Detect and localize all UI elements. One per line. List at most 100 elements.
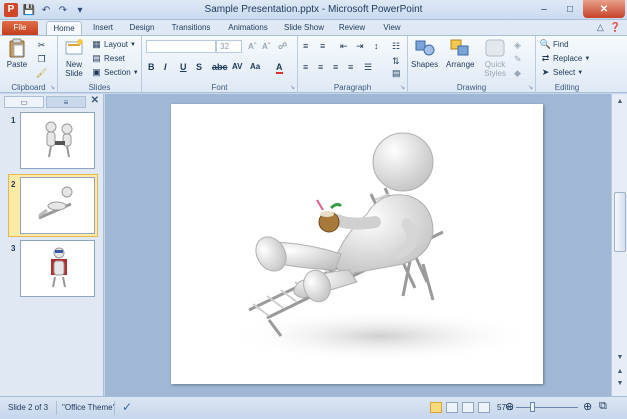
slide-2-preview xyxy=(38,186,73,220)
font-launcher-icon[interactable]: ↘ xyxy=(290,84,295,91)
vertical-scrollbar[interactable]: ▲ ▼ ▲ ▼ xyxy=(611,94,627,396)
fit-to-window-icon[interactable]: ⧉ xyxy=(599,400,607,413)
help-icon[interactable]: ❓ xyxy=(610,22,621,33)
close-button[interactable]: ✕ xyxy=(583,0,625,18)
tab-transitions[interactable]: Transitions xyxy=(168,21,214,35)
next-slide-icon[interactable]: ▼ xyxy=(614,378,626,390)
shape-outline-icon[interactable]: ✎ xyxy=(514,54,522,65)
text-direction-icon[interactable]: ⇅ xyxy=(392,56,400,67)
italic-icon[interactable]: I xyxy=(164,62,167,72)
arrange-button[interactable]: Arrange xyxy=(446,38,474,69)
quick-styles-icon xyxy=(484,38,506,58)
find-button[interactable]: 🔍 Find xyxy=(540,38,569,51)
format-painter-button[interactable]: 🖌 xyxy=(36,67,47,80)
scroll-thumb[interactable] xyxy=(614,192,626,252)
clear-formatting-icon[interactable]: ☍ xyxy=(278,41,287,52)
slide-thumbnail-1[interactable] xyxy=(20,112,95,169)
increase-indent-icon[interactable]: ⇥ xyxy=(356,41,364,52)
quick-styles-button[interactable]: Quick Styles xyxy=(484,38,506,78)
normal-view-icon[interactable] xyxy=(430,402,442,413)
tab-outline[interactable]: ≡ xyxy=(46,96,86,108)
shape-fill-icon[interactable]: ◈ xyxy=(514,40,521,51)
align-right-icon[interactable]: ≡ xyxy=(333,62,338,72)
reset-icon: ▤ xyxy=(92,53,101,63)
quick-styles-label-2: Styles xyxy=(484,69,506,78)
line-spacing-icon[interactable]: ↕ xyxy=(374,41,379,51)
reading-view-icon[interactable] xyxy=(462,402,474,413)
columns-text-icon[interactable]: ☰ xyxy=(364,62,372,73)
tab-review[interactable]: Review xyxy=(336,21,368,35)
copy-button[interactable]: ❐ xyxy=(36,53,47,66)
decrease-indent-icon[interactable]: ⇤ xyxy=(340,41,348,52)
paste-button[interactable]: Paste xyxy=(6,38,28,69)
align-center-icon[interactable]: ≡ xyxy=(318,62,323,72)
justify-icon[interactable]: ≡ xyxy=(348,62,353,72)
spell-check-icon[interactable]: ✓ xyxy=(122,400,132,414)
minimize-button[interactable]: – xyxy=(531,0,557,18)
character-spacing-icon[interactable]: AV xyxy=(232,62,243,71)
shapes-button[interactable]: Shapes xyxy=(411,38,438,69)
font-color-icon[interactable]: A xyxy=(276,62,283,74)
scroll-up-icon[interactable]: ▲ xyxy=(614,96,626,108)
zoom-slider-knob[interactable] xyxy=(530,402,535,412)
layout-button[interactable]: ▦ Layout ▼ xyxy=(91,38,136,51)
tab-slide-show[interactable]: Slide Show xyxy=(282,21,326,35)
status-divider xyxy=(114,401,115,415)
quick-styles-label-1: Quick xyxy=(484,60,506,69)
reset-label: Reset xyxy=(104,54,125,63)
tab-animations[interactable]: Animations xyxy=(224,21,272,35)
paragraph-group: ≡ ≡ ⇤ ⇥ ↕ ☷ ≡ ≡ ≡ ≡ ☰ ⇅ ▤ Paragraph ↘ xyxy=(298,36,408,93)
slide-show-view-icon[interactable] xyxy=(478,402,490,413)
tab-home[interactable]: Home xyxy=(46,21,82,35)
slide-thumbnail-2[interactable] xyxy=(20,177,95,234)
drawing-group-label: Drawing xyxy=(456,83,487,92)
window-controls: – □ ✕ xyxy=(531,0,625,18)
align-left-icon[interactable]: ≡ xyxy=(303,62,308,72)
section-button[interactable]: ▣ Section ▼ xyxy=(91,66,138,79)
tab-insert[interactable]: Insert xyxy=(88,21,118,35)
maximize-button[interactable]: □ xyxy=(557,0,583,18)
slide-sorter-view-icon[interactable] xyxy=(446,402,458,413)
minimize-ribbon-icon[interactable]: △ xyxy=(597,22,604,33)
tab-file[interactable]: File xyxy=(2,21,38,35)
arrange-icon xyxy=(449,38,471,58)
tab-design[interactable]: Design xyxy=(126,21,158,35)
underline-icon[interactable]: U xyxy=(180,62,187,72)
slide-thumbnail-3[interactable] xyxy=(20,240,95,297)
shrink-font-icon[interactable]: Aˇ xyxy=(262,42,270,51)
current-slide[interactable] xyxy=(171,104,543,384)
chevron-down-icon: ▼ xyxy=(584,55,591,62)
zoom-out-icon[interactable]: ⊖ xyxy=(505,400,514,413)
new-slide-button[interactable]: New Slide xyxy=(63,38,85,78)
strikethrough-icon[interactable]: abc xyxy=(212,62,228,72)
close-pane-icon[interactable]: ✕ xyxy=(91,95,99,106)
bold-icon[interactable]: B xyxy=(148,62,155,72)
grow-font-icon[interactable]: Aˆ xyxy=(248,42,256,51)
align-text-icon[interactable]: ▤ xyxy=(392,68,401,79)
numbering-icon[interactable]: ≡ xyxy=(320,41,325,51)
shape-effects-icon[interactable]: ◆ xyxy=(514,68,521,79)
replace-button[interactable]: ⇄ Replace ▼ xyxy=(540,52,591,65)
reset-button[interactable]: ▤ Reset xyxy=(91,52,125,65)
tab-view[interactable]: View xyxy=(378,21,406,35)
zoom-slider-track[interactable] xyxy=(516,407,578,408)
columns-icon[interactable]: ☷ xyxy=(392,41,400,52)
theme-name[interactable]: "Office Theme" xyxy=(62,403,115,412)
previous-slide-icon[interactable]: ▲ xyxy=(614,366,626,378)
font-size-combo[interactable]: 32 xyxy=(216,40,242,53)
shadow-icon[interactable]: S xyxy=(196,62,202,72)
tab-slides[interactable]: ▭ xyxy=(4,96,44,108)
bullets-icon[interactable]: ≡ xyxy=(303,41,308,51)
cut-button[interactable]: ✂ xyxy=(36,39,47,52)
font-name-combo[interactable] xyxy=(146,40,216,53)
clipboard-launcher-icon[interactable]: ↘ xyxy=(50,84,55,91)
status-divider xyxy=(56,401,57,415)
editing-group: 🔍 Find ⇄ Replace ▼ ➤ Select ▼ Editing xyxy=(536,36,598,93)
clipboard-icon xyxy=(6,38,28,58)
scroll-down-icon[interactable]: ▼ xyxy=(614,352,626,364)
change-case-icon[interactable]: Aa xyxy=(250,62,260,71)
zoom-in-icon[interactable]: ⊕ xyxy=(583,400,592,413)
drawing-launcher-icon[interactable]: ↘ xyxy=(528,84,533,91)
select-button[interactable]: ➤ Select ▼ xyxy=(540,66,583,79)
paragraph-launcher-icon[interactable]: ↘ xyxy=(400,84,405,91)
